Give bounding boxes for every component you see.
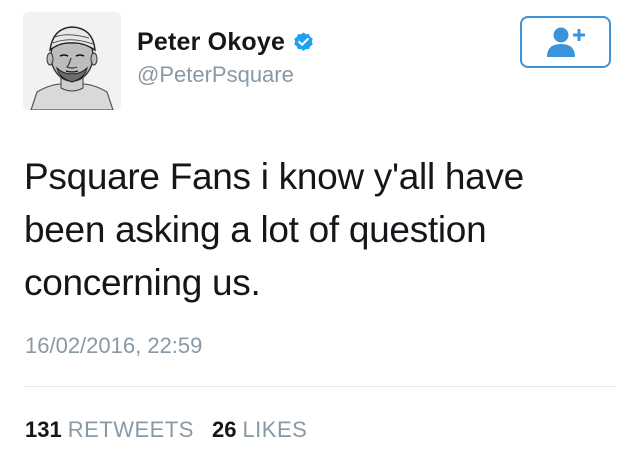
tweet-text: Psquare Fans i know y'all have been aski… <box>24 156 524 303</box>
retweets-label: RETWEETS <box>67 417 194 442</box>
tweet-timestamp[interactable]: 16/02/2016, 22:59 <box>25 333 202 359</box>
retweets-count: 131 <box>25 417 62 442</box>
likes-count: 26 <box>211 417 237 442</box>
name-row: Peter Okoye <box>137 28 315 57</box>
tweet-card: Peter Okoye @PeterPsquare Psquare Fans i… <box>0 0 630 460</box>
verified-badge-icon <box>292 31 315 54</box>
avatar-portrait-icon <box>23 12 121 110</box>
user-handle[interactable]: @PeterPsquare <box>137 62 294 88</box>
tweet-stats: 131 RETWEETS 26 LIKES <box>25 417 307 443</box>
retweets-stat[interactable]: 131 RETWEETS <box>25 417 194 443</box>
avatar[interactable] <box>23 12 121 110</box>
divider <box>24 386 616 387</box>
likes-label: LIKES <box>242 417 308 442</box>
follow-button[interactable] <box>520 16 611 68</box>
add-user-icon <box>546 27 585 57</box>
likes-stat[interactable]: 26 LIKES <box>212 417 307 443</box>
display-name[interactable]: Peter Okoye <box>137 28 285 57</box>
